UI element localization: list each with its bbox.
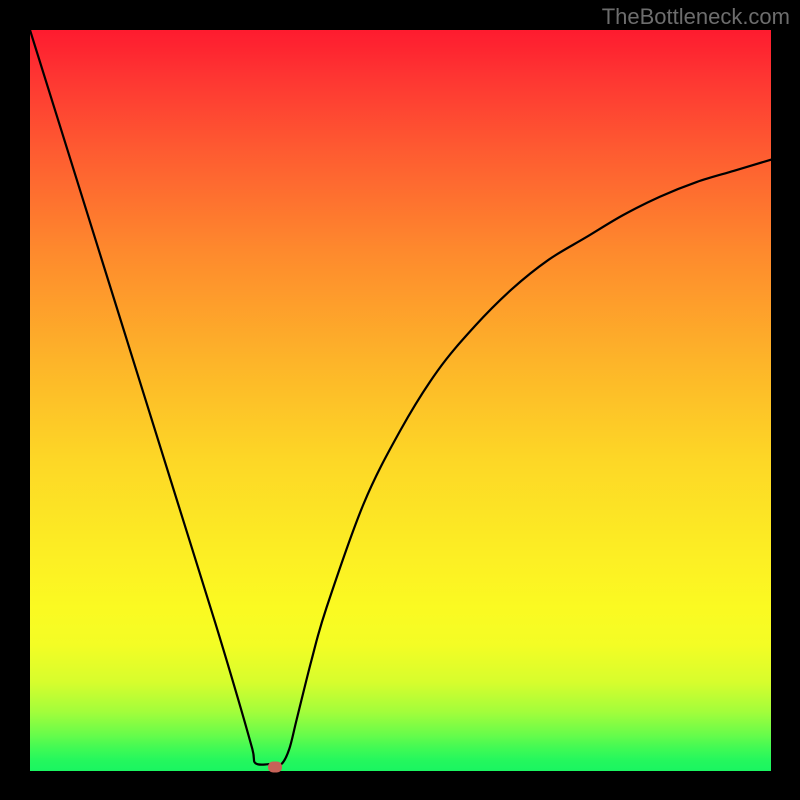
bottleneck-curve-path	[30, 30, 771, 765]
watermark-text: TheBottleneck.com	[602, 4, 790, 30]
optimal-marker	[268, 762, 282, 773]
curve-svg	[30, 30, 771, 771]
chart-outer: TheBottleneck.com	[0, 0, 800, 800]
plot-area	[30, 30, 771, 771]
